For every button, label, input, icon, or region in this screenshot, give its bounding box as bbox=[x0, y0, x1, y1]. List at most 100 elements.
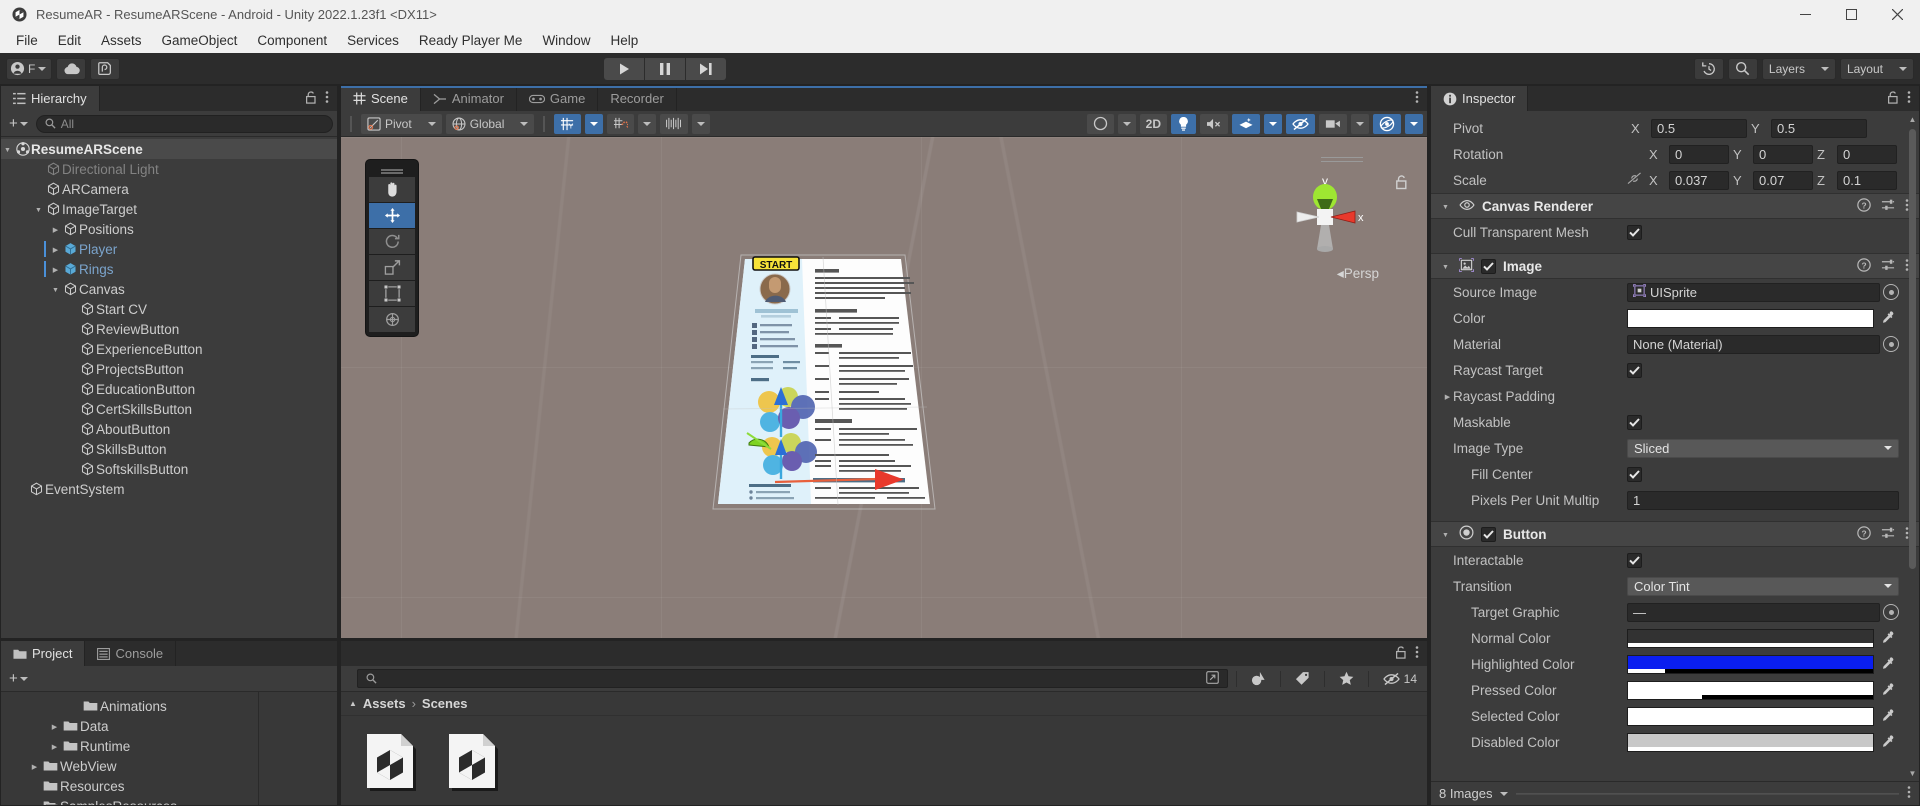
hierarchy-add-button[interactable]: + bbox=[5, 115, 32, 132]
project-folder-tree[interactable]: Animations ▶ Data ▶ Runtime ▶ WebView Resources… bbox=[1, 692, 259, 805]
object-picker-icon[interactable] bbox=[1883, 336, 1899, 352]
eyedropper-icon[interactable] bbox=[1877, 631, 1899, 645]
dropdown-image-type[interactable]: Sliced bbox=[1627, 438, 1899, 458]
checkbox-maskable[interactable] bbox=[1627, 414, 1642, 430]
scale-tool-button[interactable] bbox=[369, 255, 415, 280]
text-field-pixels-per-unit-multip[interactable]: 1 bbox=[1627, 490, 1899, 510]
disclosure-triangle[interactable]: ▼ bbox=[32, 205, 45, 214]
more-options-icon[interactable] bbox=[1907, 90, 1911, 107]
component-header-image[interactable]: ▼ Image? bbox=[1431, 253, 1919, 279]
menu-window[interactable]: Window bbox=[532, 28, 600, 53]
eyedropper-icon[interactable] bbox=[1877, 311, 1899, 325]
project-folder-data[interactable]: ▶ Data bbox=[1, 716, 258, 736]
scroll-up-arrow[interactable]: ▲ bbox=[1907, 113, 1918, 125]
audio-mute-button[interactable] bbox=[1200, 113, 1228, 134]
gizmos-dropdown[interactable] bbox=[1405, 113, 1423, 134]
tab-console[interactable]: Console bbox=[85, 641, 177, 666]
preset-icon[interactable] bbox=[1881, 526, 1895, 543]
lighting-toggle-button[interactable] bbox=[1171, 113, 1196, 134]
inspector-content[interactable]: Pivot X 0.5 Y 0.5 Rotation X 0 Y 0 Z 0 Scale X 0.037 Y 0… bbox=[1431, 111, 1919, 781]
disclosure-triangle[interactable]: ▶ bbox=[49, 265, 62, 274]
scene-lock-icon[interactable] bbox=[1395, 175, 1409, 193]
disclosure-triangle[interactable]: ▼ bbox=[1439, 262, 1452, 271]
help-icon[interactable]: ? bbox=[1857, 525, 1871, 543]
object-field-target-graphic[interactable]: — bbox=[1627, 602, 1880, 622]
project-folder-animations[interactable]: Animations bbox=[1, 696, 258, 716]
disclosure-triangle[interactable]: ▶ bbox=[49, 245, 62, 254]
menu-services[interactable]: Services bbox=[337, 28, 409, 53]
hidden-objects-button[interactable] bbox=[1286, 113, 1315, 134]
menu-assets[interactable]: Assets bbox=[91, 28, 152, 53]
preset-icon[interactable] bbox=[1881, 198, 1895, 215]
hierarchy-item-aboutbutton[interactable]: AboutButton bbox=[1, 419, 337, 439]
eyedropper-icon[interactable] bbox=[1877, 735, 1899, 749]
tab-animator[interactable]: Animator bbox=[420, 86, 517, 111]
step-button[interactable] bbox=[686, 57, 727, 80]
color-field-color[interactable] bbox=[1627, 308, 1874, 328]
breadcrumb-collapse-icon[interactable]: ▲ bbox=[349, 698, 357, 710]
lock-icon[interactable] bbox=[305, 90, 317, 107]
breadcrumb-scenes[interactable]: Scenes bbox=[422, 696, 468, 711]
tab-project[interactable]: Project bbox=[1, 641, 86, 666]
object-field-source-image[interactable]: UISprite bbox=[1627, 282, 1880, 302]
filter-type-button[interactable] bbox=[1245, 669, 1272, 689]
scroll-thumb[interactable] bbox=[1909, 129, 1916, 569]
menu-edit[interactable]: Edit bbox=[48, 28, 91, 53]
pause-button[interactable] bbox=[645, 57, 686, 80]
scene-camera-button[interactable] bbox=[1319, 113, 1347, 134]
layout-dropdown[interactable]: Layout bbox=[1839, 57, 1914, 80]
magnet-snap-button[interactable] bbox=[607, 113, 635, 134]
disclosure-triangle[interactable]: ▼ bbox=[1439, 202, 1452, 211]
chevron-down-icon[interactable] bbox=[1500, 791, 1509, 796]
eyedropper-icon[interactable] bbox=[1877, 683, 1899, 697]
tab-game[interactable]: Game bbox=[516, 86, 599, 111]
account-button[interactable]: F bbox=[6, 57, 53, 80]
search-button[interactable] bbox=[1727, 57, 1758, 80]
tab-hierarchy[interactable]: Hierarchy bbox=[1, 86, 100, 111]
field-scale-y[interactable]: 0.07 bbox=[1753, 170, 1813, 190]
hierarchy-item-experiencebutton[interactable]: ExperienceButton bbox=[1, 339, 337, 359]
ruler-button[interactable] bbox=[660, 113, 689, 134]
hierarchy-item-certskillsbutton[interactable]: CertSkillsButton bbox=[1, 399, 337, 419]
lock-icon[interactable] bbox=[1395, 645, 1407, 662]
inspector-scrollbar[interactable]: ▲ ▼ bbox=[1907, 111, 1918, 781]
disclosure-triangle[interactable]: ▶ bbox=[28, 762, 41, 771]
asset-item[interactable] bbox=[441, 730, 503, 795]
field-pivot-y[interactable]: 0.5 bbox=[1771, 118, 1867, 138]
rect-tool-button[interactable] bbox=[369, 281, 415, 306]
scene-viewport[interactable]: y x ◂Persp START bbox=[341, 137, 1427, 638]
menu-file[interactable]: File bbox=[6, 28, 48, 53]
help-icon[interactable]: ? bbox=[1857, 197, 1871, 215]
grid-snap-dropdown[interactable] bbox=[585, 113, 604, 134]
color-field-pressed-color[interactable] bbox=[1627, 680, 1874, 700]
hierarchy-item-resumearscene[interactable]: ▼ ResumeARScene bbox=[1, 139, 337, 159]
2d-toggle-button[interactable]: 2D bbox=[1139, 113, 1167, 134]
menu-help[interactable]: Help bbox=[600, 28, 648, 53]
hierarchy-item-imagetarget[interactable]: ▼ ImageTarget bbox=[1, 199, 337, 219]
undo-history-button[interactable] bbox=[1693, 57, 1724, 80]
filter-label-button[interactable] bbox=[1289, 669, 1316, 689]
project-add-button[interactable]: + bbox=[5, 670, 32, 687]
layers-dropdown[interactable]: Layers bbox=[1761, 57, 1836, 80]
tab-scene[interactable]: Scene bbox=[341, 86, 421, 111]
project-folder-webview[interactable]: ▶ WebView bbox=[1, 756, 258, 776]
tab-recorder[interactable]: Recorder bbox=[598, 86, 677, 111]
hand-tool-button[interactable] bbox=[369, 177, 415, 202]
hierarchy-tree[interactable]: ▼ ResumeARScene Directional Light ARCamera ▼… bbox=[1, 137, 337, 638]
palette-grip[interactable] bbox=[369, 164, 415, 176]
hierarchy-item-skillsbutton[interactable]: SkillsButton bbox=[1, 439, 337, 459]
assets-grid[interactable] bbox=[341, 716, 1427, 805]
project-folder-resources[interactable]: Resources bbox=[1, 776, 258, 796]
more-options-icon[interactable] bbox=[325, 90, 329, 107]
component-enabled-checkbox[interactable] bbox=[1481, 258, 1496, 274]
object-field-material[interactable]: None (Material) bbox=[1627, 334, 1880, 354]
field-rotation-x[interactable]: 0 bbox=[1669, 144, 1729, 164]
effects-toggle-button[interactable] bbox=[1232, 113, 1260, 134]
hierarchy-item-player[interactable]: ▶ Player bbox=[1, 239, 337, 259]
scene-camera-dropdown[interactable] bbox=[1351, 113, 1369, 134]
tab-inspector[interactable]: Inspector bbox=[1431, 86, 1529, 111]
ruler-dropdown[interactable] bbox=[692, 113, 711, 134]
checkbox-cull-transparent-mesh[interactable] bbox=[1627, 224, 1642, 240]
field-pivot-x[interactable]: 0.5 bbox=[1651, 118, 1747, 138]
rotate-tool-button[interactable] bbox=[369, 229, 415, 254]
